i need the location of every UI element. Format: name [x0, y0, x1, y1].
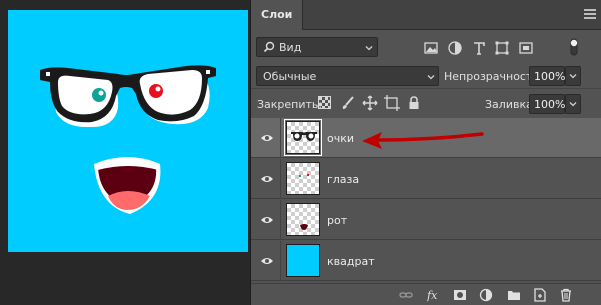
- layer-name: квадрат: [327, 255, 375, 268]
- trash-icon[interactable]: [559, 288, 573, 302]
- lock-position-move-icon[interactable]: [362, 95, 378, 111]
- filter-kind-select[interactable]: Вид: [256, 37, 378, 57]
- lock-all-padlock-icon[interactable]: [406, 95, 422, 111]
- folder-icon[interactable]: [507, 288, 521, 302]
- hamburger-icon[interactable]: [584, 9, 596, 19]
- type-layer-filter-icon[interactable]: [471, 40, 487, 56]
- blend-mode-label: Обычные: [263, 70, 317, 83]
- eye-icon: [261, 135, 273, 141]
- artboard[interactable]: [8, 10, 248, 252]
- layer-thumbnail[interactable]: [286, 162, 320, 195]
- layer-row-eyes[interactable]: глаза: [251, 159, 601, 199]
- visibility-toggle[interactable]: [251, 241, 281, 281]
- chevron-down-icon: [365, 46, 373, 51]
- glasses-thumbnail-icon: [291, 132, 317, 141]
- eye-icon: [261, 258, 273, 264]
- svg-text:fx: fx: [427, 289, 438, 302]
- eyes-thumbnail-icon: [298, 173, 310, 178]
- mask-icon[interactable]: [453, 288, 467, 302]
- search-icon: [263, 41, 275, 53]
- left-hinge: [46, 72, 50, 76]
- layer-thumbnail[interactable]: [286, 244, 320, 277]
- chevron-down-icon: [427, 75, 435, 80]
- fill-dropdown[interactable]: [565, 94, 581, 114]
- left-pupil: [92, 88, 106, 102]
- lock-label: Закрепить:: [257, 98, 323, 111]
- blend-row: Обычные Непрозрачность: 100%: [251, 63, 601, 89]
- photoshop-window: Слои Вид Обычные Непрозрачность: 100% За…: [0, 0, 601, 305]
- fx-icon[interactable]: fx: [427, 288, 441, 302]
- right-pupil-highlight: [155, 86, 161, 92]
- link-icon[interactable]: [399, 288, 413, 302]
- opacity-dropdown[interactable]: [565, 66, 581, 86]
- layer-thumbnail[interactable]: [284, 119, 322, 156]
- panel-footer: fx: [251, 283, 601, 305]
- tab-layers[interactable]: Слои: [251, 0, 303, 30]
- layers-panel: Слои Вид Обычные Непрозрачность: 100% За…: [250, 0, 601, 305]
- left-pupil-highlight: [98, 90, 104, 96]
- eye-icon: [261, 217, 273, 223]
- adjustment-layer-filter-icon[interactable]: [447, 40, 463, 56]
- filter-toggle-switch[interactable]: [569, 38, 579, 56]
- adjustment-icon[interactable]: [479, 288, 493, 302]
- right-pupil: [149, 84, 163, 98]
- layer-thumbnail[interactable]: [286, 203, 320, 236]
- layer-row-square[interactable]: квадрат: [251, 241, 601, 281]
- layer-name: глаза: [327, 173, 360, 186]
- visibility-toggle[interactable]: [251, 118, 281, 158]
- visibility-toggle[interactable]: [251, 159, 281, 199]
- lock-transparent-pixels-icon[interactable]: [318, 96, 331, 109]
- right-hinge: [206, 70, 210, 74]
- chevron-down-icon: [569, 74, 577, 79]
- visibility-toggle[interactable]: [251, 200, 281, 240]
- lock-image-pixels-brush-icon[interactable]: [340, 95, 356, 111]
- pixel-layer-filter-icon[interactable]: [423, 40, 439, 56]
- lock-artboard-icon[interactable]: [384, 95, 400, 111]
- face-illustration: [40, 65, 216, 214]
- mouth-thumbnail-icon: [300, 224, 308, 230]
- annotation-arrow: [362, 132, 484, 149]
- tongue: [108, 191, 150, 210]
- opacity-label: Непрозрачность:: [444, 70, 543, 83]
- new-layer-icon[interactable]: [533, 288, 547, 302]
- fill-input[interactable]: 100%: [529, 94, 565, 114]
- layer-name: рот: [327, 214, 348, 227]
- smart-object-filter-icon[interactable]: [518, 40, 534, 56]
- blend-mode-select[interactable]: Обычные: [256, 66, 439, 86]
- chevron-down-icon: [569, 102, 577, 107]
- eye-icon: [261, 176, 273, 182]
- lock-row: Закрепить: Заливка: 100%: [251, 91, 601, 117]
- layer-name: очки: [327, 132, 355, 145]
- filter-kind-label: Вид: [279, 41, 302, 54]
- opacity-input[interactable]: 100%: [529, 66, 565, 86]
- shape-layer-filter-icon[interactable]: [494, 40, 510, 56]
- filter-row: Вид: [251, 34, 601, 60]
- panel-tab-strip: Слои: [251, 0, 601, 30]
- layer-row-mouth[interactable]: рот: [251, 200, 601, 240]
- canvas-area: [0, 0, 250, 305]
